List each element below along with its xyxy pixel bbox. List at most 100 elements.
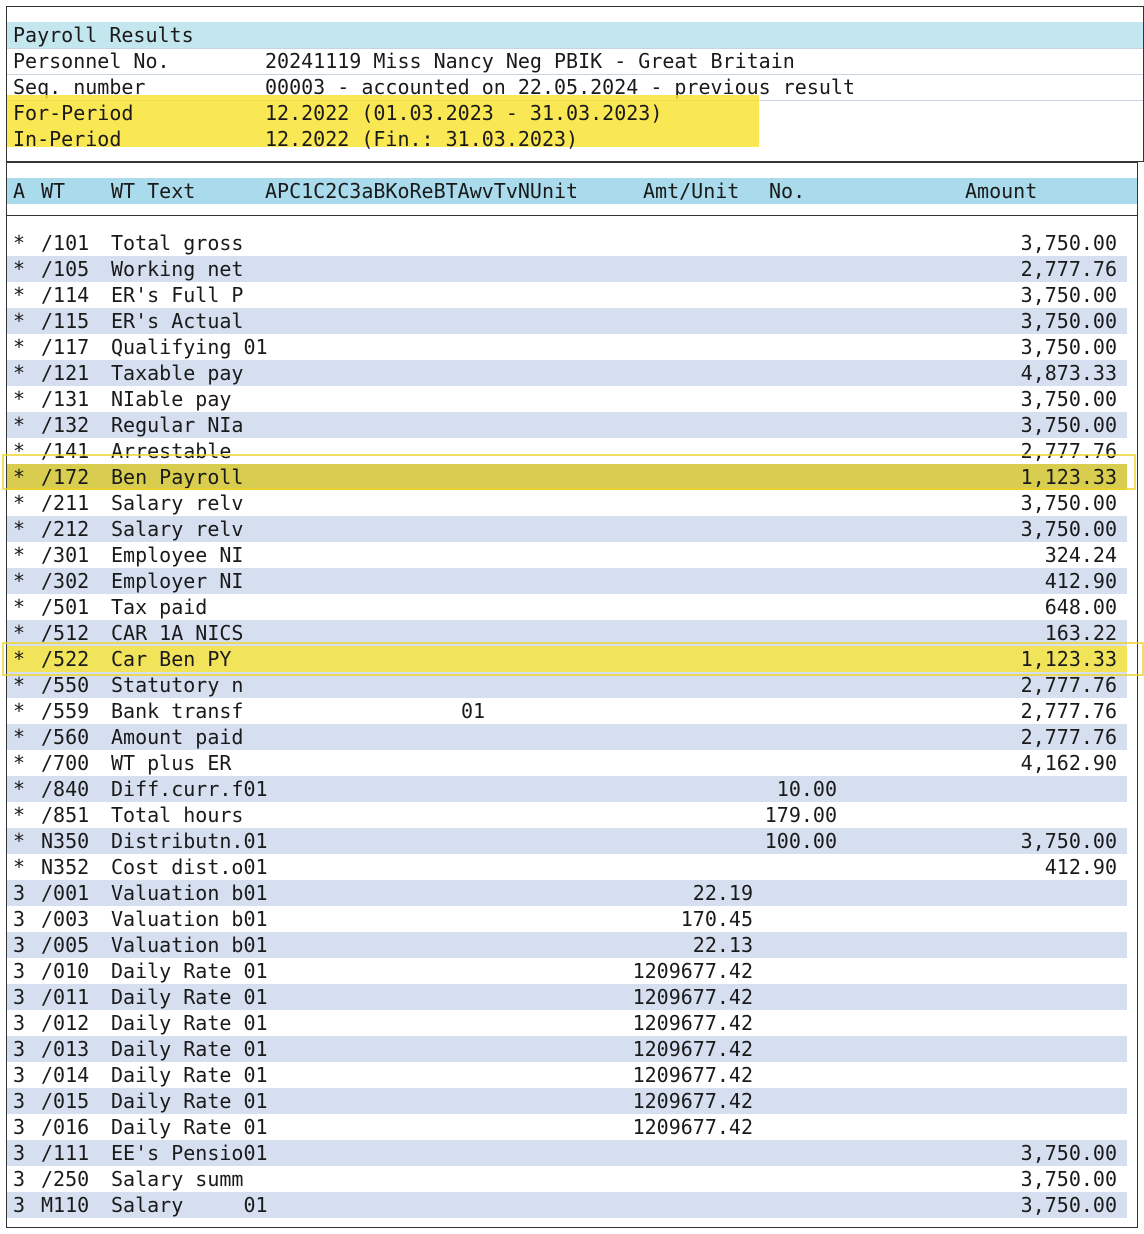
cell-wt: /212 — [41, 517, 90, 541]
row-highlight-172 — [2, 454, 1136, 490]
table-row[interactable]: * /101 Total gross 3,750.00 — [7, 230, 1127, 256]
table-row[interactable]: * N350 Distributn.01 100.00 3,750.00 — [7, 828, 1127, 854]
table-row[interactable]: * /114 ER's Full P 3,750.00 — [7, 282, 1127, 308]
table-row[interactable]: 3/016 Daily Rate 01 1209677.42 — [7, 1114, 1127, 1140]
page-title: Payroll Results — [13, 23, 194, 47]
cell-wt-text: ER's Actual — [111, 309, 244, 333]
col-amount[interactable]: Amount — [965, 178, 1037, 204]
cell-wt-text: EE's Pensio01 — [111, 1141, 268, 1165]
table-row[interactable]: * N352 Cost dist.o01 412.90 — [7, 854, 1127, 880]
table-row[interactable]: * /131 NIable pay 3,750.00 — [7, 386, 1127, 412]
table-row[interactable]: * /117 Qualifying 01 3,750.00 — [7, 334, 1127, 360]
table-row[interactable]: 3 M110 Salary 01 3,750.00 — [7, 1192, 1127, 1218]
table-row[interactable]: * /302 Employer NI 412.90 — [7, 568, 1127, 594]
table-row[interactable]: 3/013 Daily Rate 01 1209677.42 — [7, 1036, 1127, 1062]
table-row[interactable]: 3/111 EE's Pensio01 3,750.00 — [7, 1140, 1127, 1166]
cell-amt-unit: 1209677.42 — [632, 1011, 753, 1035]
in-period-value: 12.2022 (Fin.: 31.03.2023) — [265, 127, 579, 151]
table-row[interactable]: * /559 Bank transf 01 2,777.76 — [7, 698, 1127, 724]
cell-amt-unit: 1209677.42 — [632, 959, 753, 983]
cell-wt: /005 — [41, 933, 90, 957]
cell-a: * — [13, 699, 26, 723]
cell-amt-unit: 1209677.42 — [632, 1063, 753, 1087]
table-row[interactable]: * /700 WT plus ER 4,162.90 — [7, 750, 1127, 776]
table-row[interactable]: 3/001 Valuation b01 22.19 — [7, 880, 1127, 906]
table-row[interactable]: * /851 Total hours 179.00 — [7, 802, 1127, 828]
table-row[interactable]: 3/011 Daily Rate 01 1209677.42 — [7, 984, 1127, 1010]
cell-a: 3 — [13, 1115, 26, 1139]
cell-amount: 3,750.00 — [1020, 231, 1117, 255]
cell-wt: /211 — [41, 491, 90, 515]
cell-a: 3 — [13, 1011, 26, 1035]
cell-wt-text: Total gross — [111, 231, 244, 255]
table-row[interactable]: * /501 Tax paid 648.00 — [7, 594, 1127, 620]
table-row[interactable]: * /212 Salary relv 3,750.00 — [7, 516, 1127, 542]
header-panel: Payroll Results Personnel No. 20241119 M… — [6, 6, 1144, 162]
col-wt-text[interactable]: WT Text — [111, 178, 195, 204]
personnel-label: Personnel No. — [13, 49, 170, 73]
table-row[interactable]: 3/005 Valuation b01 22.13 — [7, 932, 1127, 958]
cell-amt-unit: 1209677.42 — [632, 985, 753, 1009]
cell-a: 3 — [13, 1167, 26, 1191]
cell-a: 3 — [13, 881, 26, 905]
cell-wt: /301 — [41, 543, 90, 567]
table-row[interactable]: 3/015 Daily Rate 01 1209677.42 — [7, 1088, 1127, 1114]
cell-wt-text: Regular NIa — [111, 413, 244, 437]
table-row[interactable]: 3/010 Daily Rate 01 1209677.42 — [7, 958, 1127, 984]
cell-amount: 3,750.00 — [1020, 1167, 1117, 1191]
personnel-row: Personnel No. 20241119 Miss Nancy Neg PB… — [7, 48, 1143, 74]
table-row[interactable]: 3/003 Valuation b01 170.45 — [7, 906, 1127, 932]
cell-wt: /101 — [41, 231, 90, 255]
cell-wt-text: Working net — [111, 257, 244, 281]
cell-wt-text: Valuation b01 — [111, 881, 268, 905]
table-row[interactable]: * /560 Amount paid 2,777.76 — [7, 724, 1127, 750]
cell-a: 3 — [13, 933, 26, 957]
table-row[interactable]: * /301 Employee NI 324.24 — [7, 542, 1127, 568]
cell-a: * — [13, 283, 26, 307]
cell-wt-text: Daily Rate 01 — [111, 985, 268, 1009]
results-table: A WT WT Text APC1C2C3aBKoReBTAwvTvNUnit … — [6, 162, 1138, 1228]
cell-wt: /111 — [41, 1141, 90, 1165]
table-row[interactable]: 3/012 Daily Rate 01 1209677.42 — [7, 1010, 1127, 1036]
cell-a: 3 — [13, 1037, 26, 1061]
table-row[interactable]: * /211 Salary relv 3,750.00 — [7, 490, 1127, 516]
table-row[interactable]: * /132 Regular NIa 3,750.00 — [7, 412, 1127, 438]
cell-wt-text: Salary summ — [111, 1167, 244, 1191]
cell-no: 100.00 — [764, 829, 837, 853]
cell-wt-text: Employer NI — [111, 569, 244, 593]
cell-wt: /132 — [41, 413, 90, 437]
cell-a: * — [13, 335, 26, 359]
col-flags[interactable]: APC1C2C3aBKoReBTAwvTvNUnit — [265, 178, 578, 204]
cell-wt-text: Diff.curr.f01 — [111, 777, 268, 801]
cell-wt: /302 — [41, 569, 90, 593]
table-row[interactable]: * /105 Working net 2,777.76 — [7, 256, 1127, 282]
cell-amt-unit: 22.13 — [692, 933, 753, 957]
cell-wt: /117 — [41, 335, 90, 359]
table-row[interactable]: * /121 Taxable pay 4,873.33 — [7, 360, 1127, 386]
cell-wt: /105 — [41, 257, 90, 281]
col-wt[interactable]: WT — [41, 178, 65, 204]
cell-wt: /250 — [41, 1167, 90, 1191]
table-row[interactable]: * /115 ER's Actual 3,750.00 — [7, 308, 1127, 334]
cell-a: * — [13, 387, 26, 411]
cell-wt-text: Daily Rate 01 — [111, 1089, 268, 1113]
cell-a: * — [13, 517, 26, 541]
cell-a: 3 — [13, 959, 26, 983]
cell-wt: /560 — [41, 725, 90, 749]
table-row[interactable]: * /840 Diff.curr.f01 10.00 — [7, 776, 1127, 802]
col-a[interactable]: A — [13, 178, 25, 204]
cell-a: 3 — [13, 1193, 26, 1217]
cell-amount: 324.24 — [1044, 543, 1117, 567]
table-row[interactable]: 3/250 Salary summ 3,750.00 — [7, 1166, 1127, 1192]
col-no[interactable]: No. — [769, 178, 805, 204]
cell-wt-text: Daily Rate 01 — [111, 1063, 268, 1087]
table-row[interactable]: 3/014 Daily Rate 01 1209677.42 — [7, 1062, 1127, 1088]
cell-amount: 3,750.00 — [1020, 413, 1117, 437]
cell-wt: M110 — [41, 1193, 90, 1217]
col-amt-unit[interactable]: Amt/Unit — [643, 178, 739, 204]
cell-wt: /013 — [41, 1037, 90, 1061]
cell-a: 3 — [13, 1141, 26, 1165]
cell-wt-text: Total hours — [111, 803, 244, 827]
cell-a: 3 — [13, 1063, 26, 1087]
cell-wt-text: Employee NI — [111, 543, 244, 567]
